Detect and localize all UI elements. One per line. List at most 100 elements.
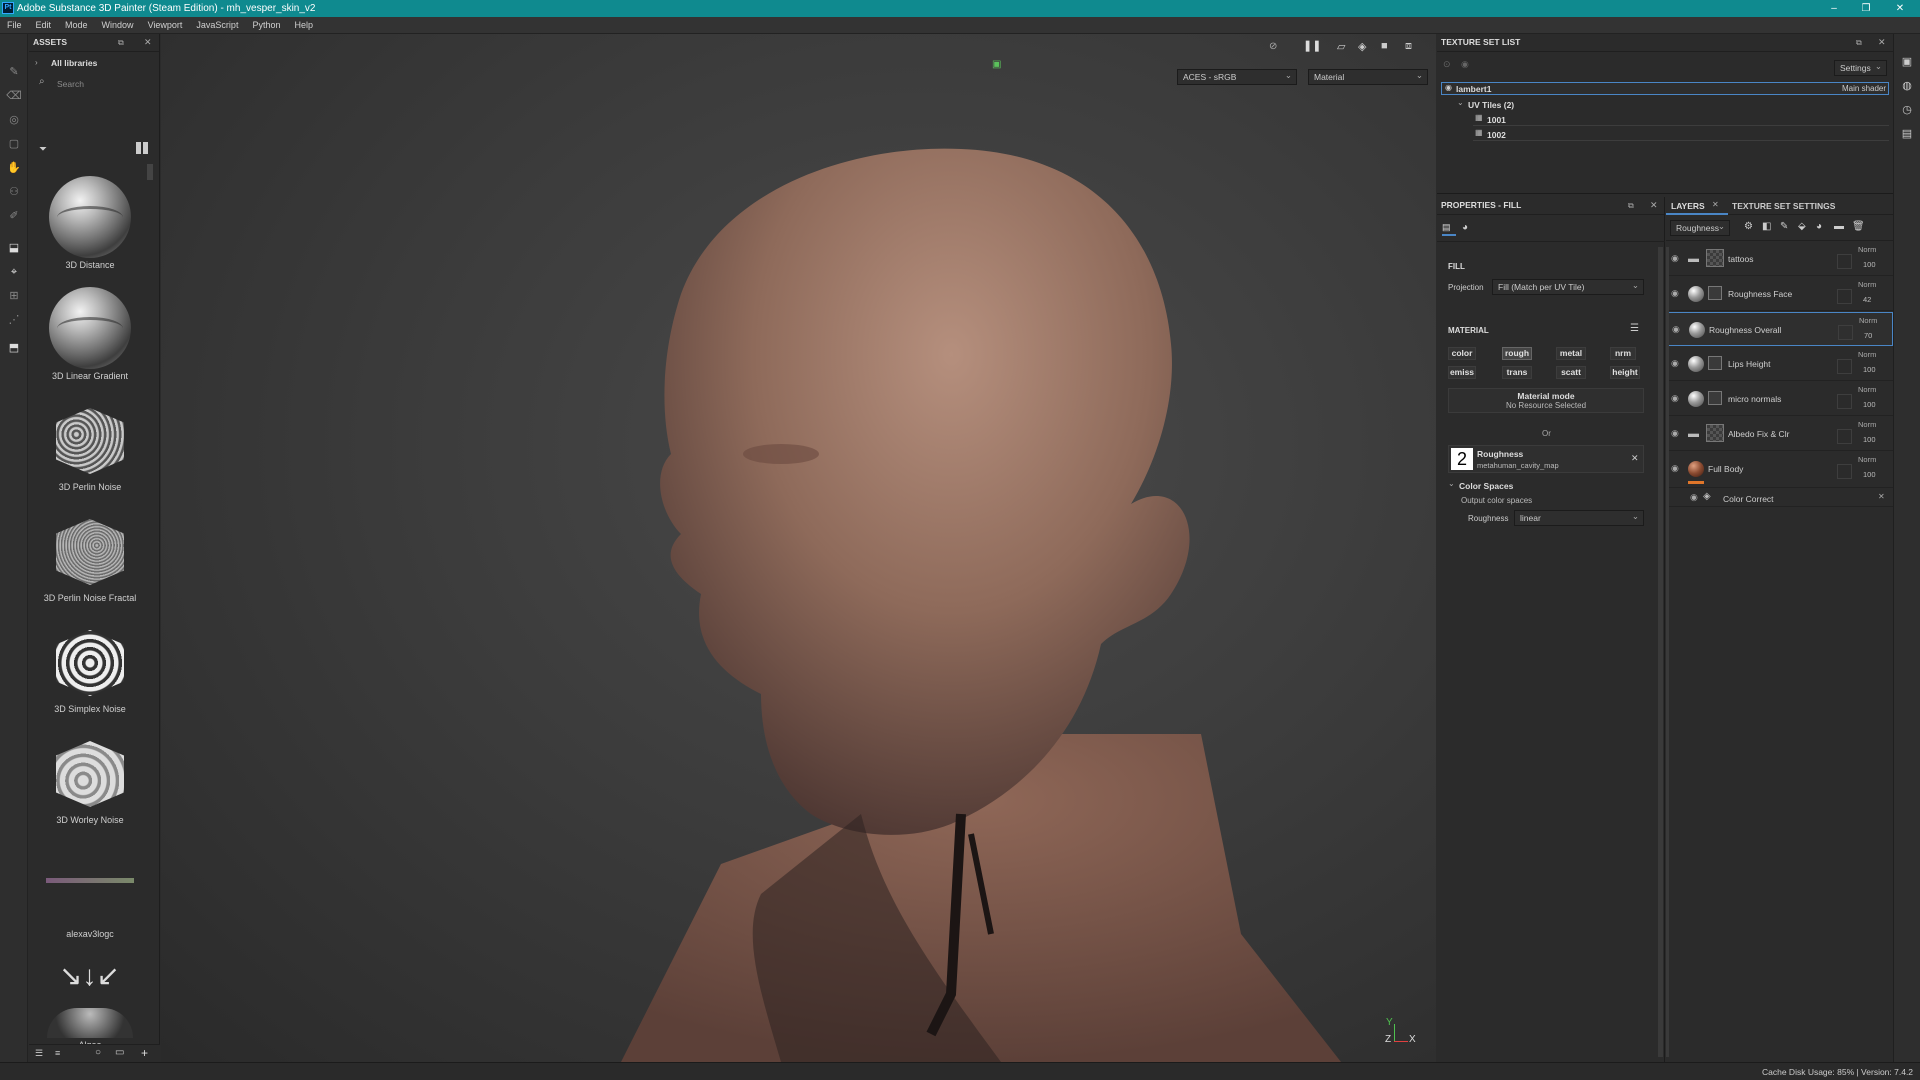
asset-item[interactable]: 3D Perlin Noise Fractal: [35, 509, 145, 603]
geometry-mask-icon[interactable]: ▢: [6, 136, 22, 152]
mask-slot[interactable]: [1837, 359, 1852, 374]
uv-tile[interactable]: 1002: [1487, 130, 1506, 140]
blend-mode[interactable]: Norm: [1858, 420, 1876, 429]
channel-metal-button[interactable]: metal: [1556, 347, 1586, 360]
smudge-icon[interactable]: ✋: [6, 160, 22, 176]
settings-dropdown[interactable]: Settings: [1834, 59, 1887, 76]
undock-icon[interactable]: ⧉: [1628, 201, 1634, 211]
menu-icon[interactable]: ☰: [1630, 323, 1639, 334]
menu-python[interactable]: Python: [245, 17, 287, 34]
eye-icon[interactable]: ◉: [1671, 253, 1679, 264]
close-tab-icon[interactable]: ✕: [1712, 200, 1719, 209]
projection-icon[interactable]: ◎: [6, 112, 22, 128]
layer-row[interactable]: ◉ ▬ tattoos Norm 100: [1666, 242, 1893, 276]
opacity-value[interactable]: 100: [1863, 365, 1876, 374]
mask-slot[interactable]: [1837, 429, 1852, 444]
path-icon[interactable]: ⋰: [6, 312, 22, 328]
eye-icon[interactable]: ◉: [1671, 358, 1679, 369]
delete-icon[interactable]: 🗑: [1852, 221, 1865, 232]
mask-icon[interactable]: ◧: [1762, 221, 1771, 232]
fill-layer-icon[interactable]: ⬙: [1798, 221, 1806, 232]
channel-emiss-button[interactable]: emiss: [1448, 366, 1476, 379]
layer-row[interactable]: ◉ Lips Height Norm 100: [1666, 347, 1893, 381]
fill-settings-icon[interactable]: ▤: [1442, 222, 1456, 236]
scrollbar[interactable]: [1658, 247, 1663, 1057]
remove-resource-icon[interactable]: ✕: [1631, 453, 1639, 464]
close-panel-icon[interactable]: ✕: [144, 37, 152, 48]
blend-mode[interactable]: Norm: [1858, 280, 1876, 289]
color-profile-icon[interactable]: ▣: [992, 59, 1001, 70]
effect-row[interactable]: ◉ ◈ Color Correct ✕: [1666, 489, 1893, 507]
material-mode-box[interactable]: Material mode No Resource Selected: [1448, 388, 1644, 413]
eye-icon[interactable]: ◉: [1445, 83, 1452, 92]
channel-color-button[interactable]: color: [1448, 347, 1476, 360]
pause-icon[interactable]: ❚❚: [1303, 39, 1321, 52]
hide-icon[interactable]: ⊘: [1269, 41, 1277, 52]
asset-item[interactable]: 3D Simplex Noise: [35, 620, 145, 714]
folder-icon[interactable]: ▬: [1834, 221, 1844, 232]
folder-icon[interactable]: ▭: [115, 1047, 124, 1058]
layer-row[interactable]: ◉ Full Body Norm 100: [1666, 452, 1893, 488]
layer-row[interactable]: ◉ Roughness Face Norm 42: [1666, 277, 1893, 311]
color-spaces-header[interactable]: Color Spaces: [1459, 481, 1513, 491]
layer-row[interactable]: ◉ micro normals Norm 100: [1666, 382, 1893, 416]
eye-icon[interactable]: ◉: [1672, 324, 1680, 335]
eye-icon[interactable]: ◉: [1671, 463, 1679, 474]
layer-row-selected[interactable]: ◉ Roughness Overall Norm 70: [1666, 312, 1893, 346]
colorspace-dropdown[interactable]: ACES - sRGB: [1177, 68, 1297, 85]
resource-slot[interactable]: 2 Roughness metahuman_cavity_map ✕: [1448, 445, 1644, 473]
camera-icon[interactable]: ■: [1381, 40, 1388, 52]
tab-texture-set-settings[interactable]: TEXTURE SET SETTINGS: [1732, 201, 1835, 211]
picker-icon[interactable]: ✐: [6, 208, 22, 224]
paint-layer-icon[interactable]: ✎: [1780, 221, 1788, 232]
layer-row[interactable]: ◉ ▬ Albedo Fix & Clr Norm 100: [1666, 417, 1893, 451]
mask-slot[interactable]: [1837, 464, 1852, 479]
opacity-value[interactable]: 70: [1864, 331, 1872, 340]
menu-edit[interactable]: Edit: [29, 17, 59, 34]
eye-icon[interactable]: ◉: [1671, 393, 1679, 404]
polygon-fill-icon[interactable]: ⬓: [6, 240, 22, 256]
cube-icon[interactable]: ◈: [1358, 40, 1366, 53]
close-panel-icon[interactable]: ✕: [1650, 200, 1658, 211]
search-input[interactable]: Search: [57, 79, 84, 89]
remove-effect-icon[interactable]: ✕: [1878, 492, 1885, 501]
chevron-down-icon[interactable]: ⌄: [1448, 479, 1455, 488]
channel-nrm-button[interactable]: nrm: [1610, 347, 1636, 360]
add-icon[interactable]: +: [141, 1046, 148, 1060]
blend-mode[interactable]: Norm: [1858, 385, 1876, 394]
mask-slot[interactable]: [1837, 254, 1852, 269]
scrollbar[interactable]: [147, 164, 153, 180]
undock-icon[interactable]: ⧉: [118, 38, 124, 48]
chevron-right-icon[interactable]: ›: [35, 58, 38, 67]
tab-layers[interactable]: LAYERS: [1671, 201, 1705, 211]
opacity-value[interactable]: 100: [1863, 435, 1876, 444]
maximize-button[interactable]: ❐: [1852, 1, 1880, 16]
grid-view-icon[interactable]: [136, 142, 148, 154]
channel-scatt-button[interactable]: scatt: [1556, 366, 1586, 379]
uv-tiles-group[interactable]: UV Tiles (2): [1468, 100, 1514, 110]
asset-item[interactable]: 3D Perlin Noise: [35, 398, 145, 492]
library-selector[interactable]: All libraries: [51, 58, 97, 68]
visibility-icon[interactable]: ⊙: [1443, 59, 1451, 70]
opacity-value[interactable]: 100: [1863, 260, 1876, 269]
opacity-value[interactable]: 42: [1863, 295, 1871, 304]
mask-slot[interactable]: [1837, 394, 1852, 409]
bake-icon[interactable]: ⊞: [6, 288, 22, 304]
asset-item[interactable]: alexav3logc: [35, 844, 145, 939]
cs-roughness-dropdown[interactable]: linear: [1514, 509, 1644, 526]
color-picker-icon[interactable]: ⌖: [6, 264, 22, 280]
asset-item[interactable]: 3D Distance: [35, 176, 145, 270]
viewport-mode-dropdown[interactable]: Material: [1308, 68, 1428, 85]
display-settings-icon[interactable]: ▣: [1899, 54, 1915, 70]
paint-brush-icon[interactable]: ✎: [6, 64, 22, 80]
menu-window[interactable]: Window: [95, 17, 141, 34]
channel-trans-button[interactable]: trans: [1502, 366, 1532, 379]
log-icon[interactable]: ▤: [1899, 126, 1915, 142]
menu-mode[interactable]: Mode: [58, 17, 95, 34]
chevron-down-icon[interactable]: ⌄: [1457, 98, 1464, 107]
menu-javascript[interactable]: JavaScript: [189, 17, 245, 34]
asset-item[interactable]: ↘↓↙Algea: [35, 956, 145, 1050]
shader-label[interactable]: Main shader: [1842, 84, 1886, 93]
channel-height-button[interactable]: height: [1610, 366, 1640, 379]
menu-help[interactable]: Help: [287, 17, 320, 34]
